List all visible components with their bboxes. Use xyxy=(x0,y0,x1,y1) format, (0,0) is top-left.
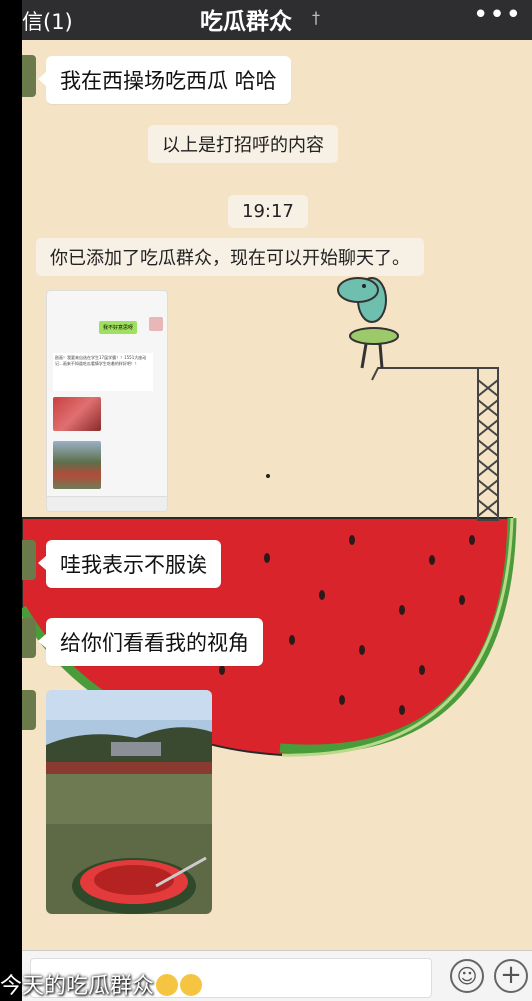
system-message: 你已添加了吃瓜群众，现在可以开始聊天了。 xyxy=(36,238,424,276)
image-message-screenshot[interactable]: 我不好意思呀 剧画！我要来自选在学生17届学霸！！1551大座动记...画来不知… xyxy=(46,290,168,512)
message-bubble[interactable]: 给你们看看我的视角 xyxy=(38,618,263,666)
avatar[interactable] xyxy=(22,55,36,97)
chat-screen: 信(1) 吃瓜群众 † ••• 我在西操场吃西瓜 哈哈 以上是打招呼的内容 19… xyxy=(22,0,532,1001)
thumb-avatar xyxy=(149,317,163,331)
field-photo xyxy=(46,690,212,914)
caption-text: 今天的吃瓜群众 xyxy=(0,974,155,999)
thumb-bubble: 我不好意思呀 xyxy=(98,321,137,334)
avatar[interactable] xyxy=(22,540,36,580)
image-message-photo[interactable] xyxy=(46,690,212,914)
timestamp: 19:17 xyxy=(228,195,308,228)
message-bubble[interactable]: 我在西操场吃西瓜 哈哈 xyxy=(38,56,291,104)
emoji-icon[interactable]: ☺ xyxy=(450,959,484,993)
navbar: 信(1) 吃瓜群众 † ••• xyxy=(22,0,532,40)
more-options-icon[interactable]: ••• xyxy=(473,0,522,30)
system-message: 以上是打招呼的内容 xyxy=(148,125,338,163)
video-caption: 今天的吃瓜群众 xyxy=(0,968,203,1000)
back-button[interactable]: 信(1) xyxy=(22,6,73,36)
thumb-input-bar xyxy=(47,496,167,511)
avatar[interactable] xyxy=(22,690,36,730)
smirk-emoji-icon xyxy=(180,974,203,996)
add-icon[interactable]: + xyxy=(494,959,528,993)
chat-title: 吃瓜群众 xyxy=(200,9,292,35)
thumb-text: 剧画！我要来自选在学生17届学霸！！1551大座动记...画来不知道吃瓜看情学生… xyxy=(53,353,153,391)
thumb-field-image xyxy=(53,441,101,489)
message-bubble[interactable]: 哇我表示不服诶 xyxy=(38,540,221,588)
thumb-watermelon-image xyxy=(53,397,101,431)
avatar[interactable] xyxy=(22,618,36,658)
smirk-emoji-icon xyxy=(156,974,179,996)
ear-icon: † xyxy=(312,8,320,27)
